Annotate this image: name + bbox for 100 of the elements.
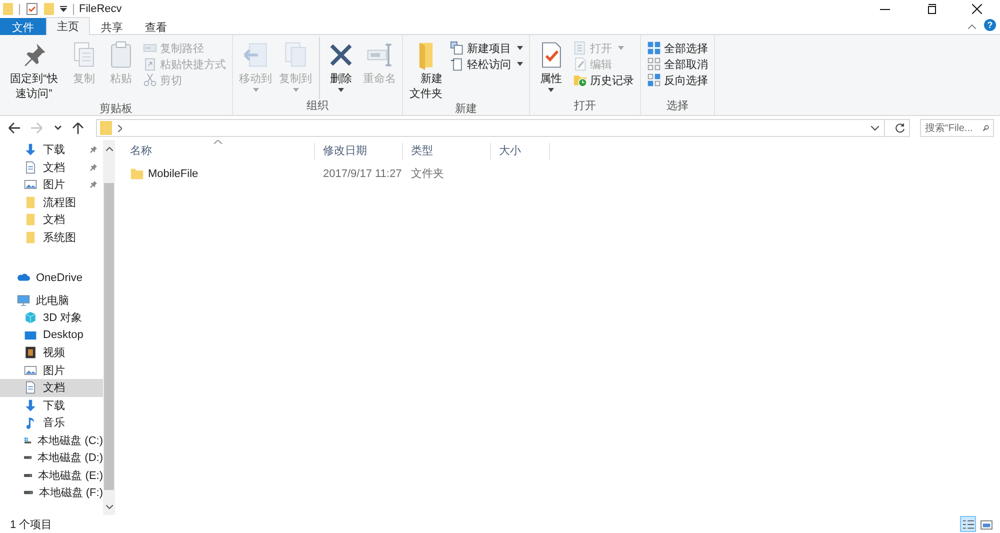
download-arrow-icon — [24, 398, 37, 412]
nav-item[interactable]: OneDrive — [0, 269, 103, 286]
history-icon — [573, 73, 587, 87]
chevron-up-icon — [106, 146, 112, 150]
ribbon-menu-item[interactable]: 新建项目 — [447, 40, 526, 56]
ribbon-button[interactable]: 属性 — [533, 37, 569, 99]
help-button[interactable]: ? — [984, 19, 996, 31]
search-field[interactable]: 搜索“File... — [920, 119, 994, 137]
folder-icon — [44, 3, 54, 15]
caret-icon — [517, 62, 523, 66]
drive-icon — [24, 472, 32, 478]
page-icon — [450, 57, 464, 71]
scrollbar-thumb[interactable] — [104, 183, 114, 490]
back-button[interactable] — [6, 120, 23, 136]
details-view-button[interactable] — [960, 516, 976, 532]
collapse-ribbon-button[interactable] — [968, 24, 976, 28]
chevron-right-icon — [118, 124, 122, 132]
nav-item[interactable]: 3D 对象 — [0, 309, 103, 326]
table-cell-text: 文件夹 — [410, 166, 445, 181]
path-icon — [143, 41, 157, 55]
nav-item[interactable]: 本地磁盘 (F:) — [0, 484, 103, 502]
refresh-icon — [895, 123, 905, 133]
file-tab[interactable]: 文件 — [0, 18, 46, 35]
details-view-icon — [962, 518, 974, 530]
ribbon-tab[interactable]: 查看 — [134, 18, 178, 35]
computer-icon — [17, 294, 30, 307]
column-header[interactable]: 类型 — [403, 143, 491, 160]
nav-item[interactable]: 本地磁盘 (D:) — [0, 449, 103, 466]
caret-icon — [60, 6, 67, 12]
group-label: 打开 — [573, 99, 597, 114]
picture-icon — [24, 178, 37, 192]
caret-icon — [618, 46, 624, 50]
folder-icon — [24, 230, 37, 244]
select-all-icon — [647, 41, 661, 55]
ribbon-menu-item[interactable]: 轻松访问 — [447, 56, 526, 72]
caret-icon — [292, 88, 298, 92]
music-note-icon — [24, 416, 37, 430]
search-icon — [983, 123, 989, 133]
nav-item[interactable]: Desktop — [0, 326, 103, 344]
caret-icon — [517, 46, 523, 50]
up-arrow-icon — [72, 122, 84, 134]
caret-icon — [338, 88, 344, 92]
ribbon-button[interactable]: 新建文件夹 — [406, 37, 446, 102]
nav-item[interactable]: 视频 — [0, 344, 103, 362]
nav-item[interactable]: 本地磁盘 (E:) — [0, 466, 103, 484]
ribbon-menu-item[interactable]: 全部取消 — [644, 56, 711, 72]
column-header[interactable]: 大小 — [491, 143, 550, 160]
select-none-icon — [647, 57, 661, 71]
back-arrow-icon — [8, 122, 21, 134]
ribbon-button[interactable]: 删除 — [319, 37, 359, 99]
restore-icon — [926, 4, 936, 14]
minimize-icon — [880, 8, 890, 10]
column-header[interactable]: 名称 — [122, 143, 315, 160]
nav-item[interactable]: 下载 — [0, 141, 103, 158]
open-icon — [573, 41, 587, 55]
group-label: 组织 — [306, 99, 330, 114]
nav-item[interactable]: 系统图 — [0, 228, 103, 246]
nav-item[interactable]: 下载 — [0, 396, 103, 414]
nav-item[interactable]: 图片 — [0, 176, 103, 194]
nav-item[interactable]: 流程图 — [0, 194, 103, 211]
nav-item[interactable]: 音乐 — [0, 414, 103, 432]
nav-item[interactable]: 文档 — [0, 158, 103, 176]
nav-item[interactable]: 图片 — [0, 362, 103, 379]
close-icon — [972, 4, 982, 14]
chevron-down-icon — [106, 504, 112, 508]
folder-icon — [3, 3, 13, 15]
document-icon — [24, 160, 37, 174]
shortcut-icon — [143, 57, 157, 71]
film-icon — [24, 346, 37, 360]
ribbon-menu-item[interactable]: 全部选择 — [644, 40, 711, 56]
table-cell-text: 2017/9/17 11:27 — [322, 168, 403, 180]
nav-item[interactable]: 本地磁盘 (C:) — [0, 432, 103, 449]
nav-item[interactable]: 文档 — [0, 211, 103, 228]
properties-button[interactable] — [26, 3, 38, 15]
edit-icon — [573, 57, 587, 71]
up-button[interactable] — [70, 120, 86, 136]
group-label: 新建 — [454, 102, 478, 116]
group-label: 剪贴板 — [98, 102, 134, 116]
ribbon-tab[interactable]: 主页 — [46, 17, 90, 35]
nav-item[interactable]: 文档 — [0, 379, 103, 396]
scissors-icon — [143, 73, 157, 87]
file-name[interactable]: MobileFile — [122, 166, 315, 180]
ribbon-menu-item[interactable]: 历史记录 — [570, 72, 637, 88]
caret-icon — [871, 126, 879, 130]
nav-item[interactable]: 此电脑 — [0, 292, 103, 309]
document-icon — [24, 381, 37, 394]
item-count: 1 个项目 — [10, 518, 52, 532]
ribbon-menu-item[interactable]: 反向选择 — [644, 72, 711, 88]
folder-icon — [130, 166, 144, 180]
chevron-up-icon — [968, 24, 976, 28]
ribbon-tab[interactable]: 共享 — [90, 18, 134, 35]
ribbon-button[interactable]: 固定到“快速访问” — [3, 37, 65, 102]
customize-toolbar-button[interactable] — [60, 6, 67, 12]
column-header[interactable]: 修改日期 — [315, 143, 403, 160]
forward-arrow-icon — [31, 122, 44, 134]
drive-icon — [24, 490, 33, 496]
file-row[interactable]: MobileFile 2017/9/17 11:27 文件夹 — [122, 165, 1000, 182]
address-field[interactable] — [96, 119, 910, 137]
caret-icon — [252, 88, 258, 92]
folder-icon — [100, 121, 112, 135]
